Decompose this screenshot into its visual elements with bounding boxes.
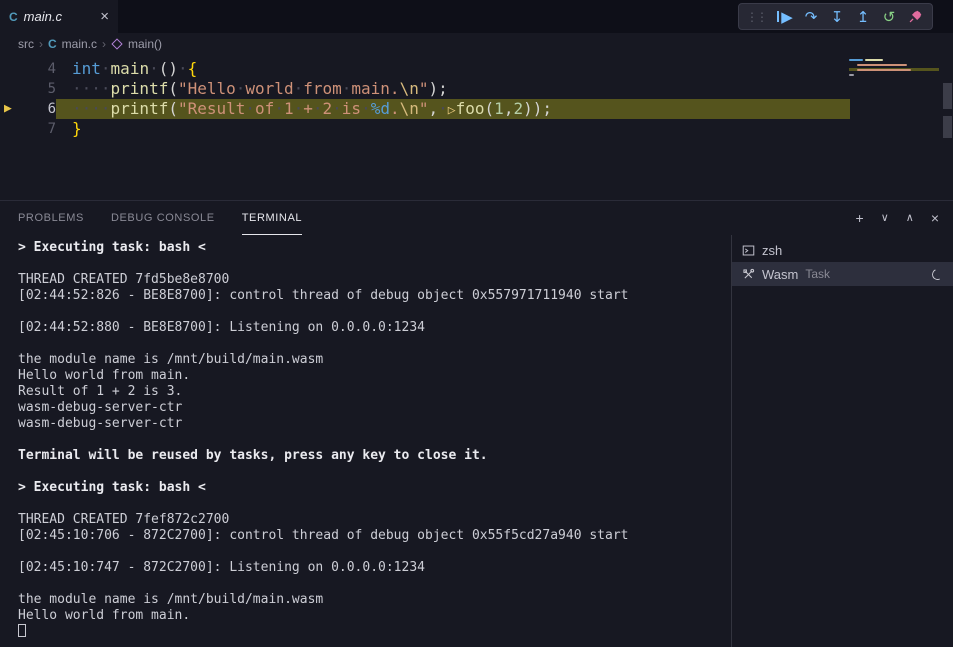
terminal-line: [02:45:10:747 - 872C2700]: Listening on … [18, 560, 731, 576]
terminal-line: wasm-debug-server-ctr [18, 416, 731, 432]
panel-header: PROBLEMS DEBUG CONSOLE TERMINAL + ∨ ∧ × [0, 201, 953, 235]
breadcrumb: src › C main.c › main() [0, 33, 953, 55]
terminal-line: > Executing task: bash < [18, 480, 731, 496]
code-line[interactable]: 4int·main·()·{ [0, 59, 953, 79]
terminal-icon [742, 244, 755, 257]
tools-icon [742, 268, 755, 281]
new-terminal-icon[interactable]: + [856, 211, 864, 225]
code-line-text: int·main·()·{ [56, 59, 197, 79]
terminal-line: Hello world from main. [18, 608, 731, 624]
code-line-text: ····printf("Result·of·1·+·2·is·%d.\n",·▷… [56, 99, 552, 119]
terminal-line: THREAD CREATED 7fef872c2700 [18, 512, 731, 528]
scrollbar-decoration [943, 116, 952, 138]
tab-main-c[interactable]: C main.c × [0, 0, 118, 33]
c-file-icon: C [48, 37, 57, 51]
maximize-panel-icon[interactable]: ∧ [906, 213, 914, 224]
chevron-right-icon: › [102, 37, 106, 51]
terminal-tab-zsh[interactable]: zsh [732, 238, 953, 262]
breadcrumb-item-symbol[interactable]: main() [128, 37, 162, 51]
line-number: 4 [26, 59, 56, 79]
step-into-button[interactable]: ↧ [825, 6, 849, 28]
terminal-line: > Executing task: bash < [18, 240, 731, 256]
terminal-profile-dropdown-icon[interactable]: ∨ [881, 213, 889, 224]
terminal-cursor [18, 624, 26, 637]
code-line-text: } [56, 119, 82, 139]
line-number: 5 [26, 79, 56, 99]
terminal-tab-label: Wasm [762, 267, 798, 282]
terminal-line [18, 304, 731, 320]
code-line[interactable]: 7} [0, 119, 953, 139]
scrollbar-thumb[interactable] [943, 83, 952, 109]
terminal-line: the module name is /mnt/build/main.wasm [18, 592, 731, 608]
terminal-line: Terminal will be reused by tasks, press … [18, 448, 731, 464]
terminal-line [18, 432, 731, 448]
restart-button[interactable]: ↺ [877, 6, 901, 28]
code-lines: 4int·main·()·{5····printf("Hello·world·f… [0, 59, 953, 139]
minimap[interactable] [849, 58, 939, 78]
tab-problems[interactable]: PROBLEMS [18, 201, 84, 235]
step-over-button[interactable]: ↷ [799, 6, 823, 28]
toolbar-drag-handle-icon[interactable]: ⋮⋮ [744, 10, 771, 24]
terminal-line: wasm-debug-server-ctr [18, 400, 731, 416]
terminal-line [18, 544, 731, 560]
bottom-panel: PROBLEMS DEBUG CONSOLE TERMINAL + ∨ ∧ × … [0, 200, 953, 647]
code-line[interactable]: 5····printf("Hello·world·from·main.\n"); [0, 79, 953, 99]
continue-icon [777, 11, 779, 22]
terminal-line: [02:44:52:880 - BE8E8700]: Listening on … [18, 320, 731, 336]
breadcrumb-item-file[interactable]: main.c [62, 37, 97, 51]
terminal-line: the module name is /mnt/build/main.wasm [18, 352, 731, 368]
close-panel-icon[interactable]: × [931, 211, 939, 225]
code-line[interactable]: ▶6····printf("Result·of·1·+·2·is·%d.\n",… [0, 99, 953, 119]
editor-scrollbar[interactable] [943, 83, 952, 138]
debug-toolbar: ⋮⋮ ▶ ↷ ↧ ↥ ↺ [738, 3, 933, 30]
breakpoint-gutter[interactable] [0, 119, 26, 139]
terminal-tab-label: zsh [762, 243, 782, 258]
loading-spinner-icon [930, 267, 944, 281]
terminal-line [18, 496, 731, 512]
panel-tabs: PROBLEMS DEBUG CONSOLE TERMINAL [18, 201, 302, 235]
breadcrumb-item-src[interactable]: src [18, 37, 34, 51]
continue-button[interactable]: ▶ [773, 6, 797, 28]
plug-icon [908, 9, 923, 24]
terminal-line [18, 624, 731, 640]
tab-debug-console[interactable]: DEBUG CONSOLE [111, 201, 215, 235]
terminal-line: [02:44:52:826 - BE8E8700]: control threa… [18, 288, 731, 304]
breakpoint-gutter[interactable] [0, 59, 26, 79]
panel-body: > Executing task: bash < THREAD CREATED 7… [0, 235, 953, 647]
line-number: 6 [26, 99, 56, 119]
code-editor[interactable]: 4int·main·()·{5····printf("Hello·world·f… [0, 55, 953, 200]
terminal-tab-description: Task [805, 267, 830, 281]
chevron-right-icon: › [39, 37, 43, 51]
panel-actions: + ∨ ∧ × [856, 201, 940, 235]
tab-terminal[interactable]: TERMINAL [242, 201, 302, 235]
terminal-line: [02:45:10:706 - 872C2700]: control threa… [18, 528, 731, 544]
line-number: 7 [26, 119, 56, 139]
terminal-line [18, 576, 731, 592]
terminal-line [18, 336, 731, 352]
terminal-line: THREAD CREATED 7fd5be8e8700 [18, 272, 731, 288]
terminal-tabs-list: zsh Wasm Task [731, 235, 953, 647]
debug-current-line-arrow[interactable]: ▶ [0, 99, 26, 119]
terminal-output[interactable]: > Executing task: bash < THREAD CREATED 7… [0, 235, 731, 647]
step-out-button[interactable]: ↥ [851, 6, 875, 28]
terminal-line [18, 256, 731, 272]
terminal-line [18, 464, 731, 480]
tab-close-icon[interactable]: × [100, 9, 109, 24]
terminal-tab-wasm-task[interactable]: Wasm Task [732, 262, 953, 286]
symbol-method-icon [111, 38, 122, 49]
tab-label: main.c [24, 9, 62, 24]
c-language-icon: C [9, 10, 18, 24]
code-line-text: ····printf("Hello·world·from·main.\n"); [56, 79, 448, 99]
terminal-line: Result of 1 + 2 is 3. [18, 384, 731, 400]
terminal-line: Hello world from main. [18, 368, 731, 384]
breakpoint-gutter[interactable] [0, 79, 26, 99]
disconnect-button[interactable] [903, 6, 927, 28]
